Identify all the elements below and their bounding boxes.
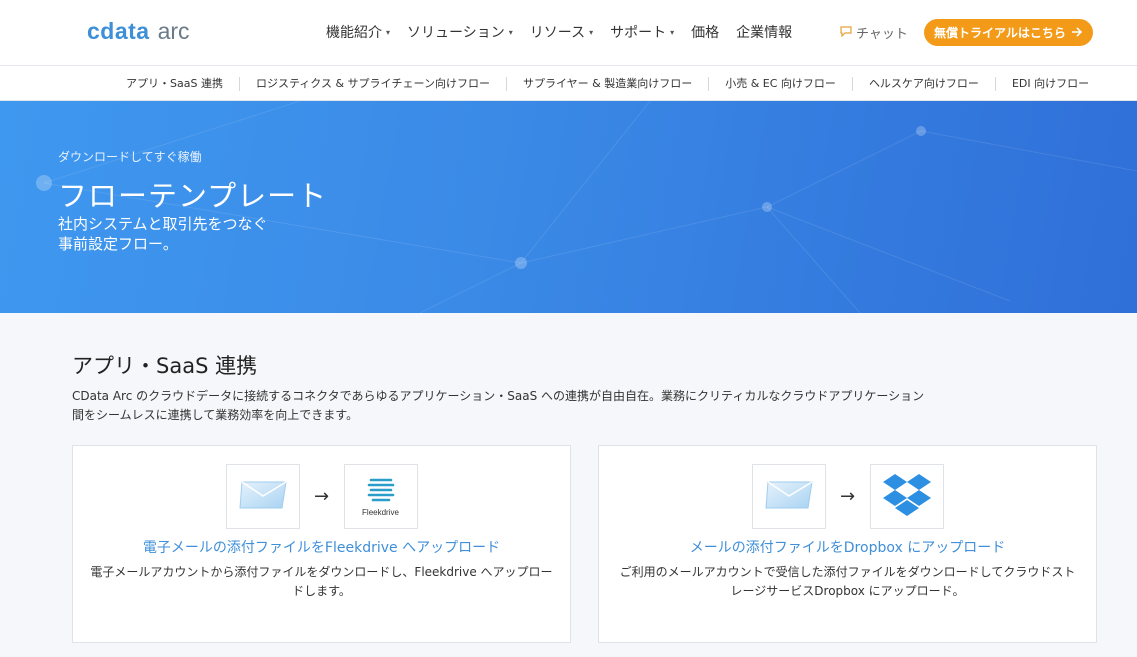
chevron-down-icon: ▾: [589, 27, 594, 37]
subnav-item-supplier[interactable]: サプライヤー & 製造業向けフロー: [507, 76, 710, 91]
cdata-arc-logo[interactable]: cdata arc: [87, 18, 190, 46]
chat-bubble-icon: [840, 25, 852, 40]
subnav-item-healthcare[interactable]: ヘルスケア向けフロー: [853, 76, 996, 91]
top-header: cdata arc 機能紹介 ▾ ソリューション ▾ リソース ▾ サポート ▾…: [0, 0, 1137, 66]
flow-card-fleekdrive[interactable]: → Fleekdrive 電子メールの添付ファイルをFleekdrive へアッ…: [72, 445, 571, 643]
nav-item-support[interactable]: サポート ▾: [610, 22, 674, 42]
chat-label: チャット: [856, 27, 908, 42]
hero-description: 社内システムと取引先をつなぐ 事前設定フロー。: [58, 214, 358, 254]
subnav-item-app-saas[interactable]: アプリ・SaaS 連携: [110, 76, 240, 91]
logo-sub: arc: [157, 18, 190, 44]
fleekdrive-logo-icon: [366, 476, 396, 506]
free-trial-button[interactable]: 無償トライアルはこちら: [924, 19, 1093, 46]
hero-kicker: ダウンロードしてすぐ稼働: [58, 150, 202, 164]
email-envelope-icon: [238, 479, 288, 515]
arrow-right-icon: [1071, 26, 1083, 40]
card-title-link[interactable]: メールの添付ファイルをDropbox にアップロード: [599, 537, 1096, 557]
chevron-down-icon: ▾: [386, 27, 391, 37]
chevron-down-icon: ▾: [508, 27, 513, 37]
email-tile: [751, 464, 826, 529]
fleekdrive-label: Fleekdrive: [362, 508, 399, 517]
card-description: 電子メールアカウントから添付ファイルをダウンロードし、Fleekdrive へア…: [90, 565, 553, 598]
flow-diagram: →: [599, 464, 1096, 529]
section-title: アプリ・SaaS 連携: [72, 354, 258, 378]
chat-link[interactable]: チャット: [840, 23, 908, 42]
flow-arrow-icon: →: [313, 486, 330, 507]
nav-item-pricing[interactable]: 価格: [691, 22, 719, 42]
hero-banner: ダウンロードしてすぐ稼働 フローテンプレート 社内システムと取引先をつなぐ 事前…: [0, 101, 1137, 313]
chevron-down-icon: ▾: [670, 27, 675, 37]
email-tile: [225, 464, 300, 529]
fleekdrive-tile: Fleekdrive: [343, 464, 418, 529]
flow-diagram: → Fleekdrive: [73, 464, 570, 529]
subnav-item-edi[interactable]: EDI 向けフロー: [996, 77, 1105, 91]
category-subnav: アプリ・SaaS 連携 ロジスティクス & サプライチェーン向けフロー サプライ…: [0, 66, 1137, 101]
nav-label: 企業情報: [736, 25, 793, 41]
flow-arrow-icon: →: [839, 486, 856, 507]
flow-card-dropbox[interactable]: → メールの添付ファイルをDropbox にアップロード ご利用のメールアカウン…: [598, 445, 1097, 643]
nav-label: サポート: [610, 25, 667, 41]
main-nav: 機能紹介 ▾ ソリューション ▾ リソース ▾ サポート ▾ 価格 企業情報: [326, 22, 809, 42]
card-title-link[interactable]: 電子メールの添付ファイルをFleekdrive へアップロード: [73, 537, 570, 557]
hero-desc-line: 社内システムと取引先をつなぐ: [58, 215, 268, 233]
dropbox-tile: [869, 464, 944, 529]
nav-item-resources[interactable]: リソース ▾: [530, 22, 593, 42]
nav-label: 機能紹介: [326, 25, 382, 41]
card-description: ご利用のメールアカウントで受信した添付ファイルをダウンロードしてクラウドストレー…: [619, 565, 1076, 598]
nav-label: リソース: [529, 25, 586, 41]
email-envelope-icon: [764, 479, 814, 515]
nav-label: 価格: [691, 25, 720, 41]
nav-item-company[interactable]: 企業情報: [736, 22, 792, 42]
trial-button-label: 無償トライアルはこちら: [934, 26, 1066, 40]
page-title: フローテンプレート: [58, 179, 328, 213]
logo-mark: cdata: [87, 18, 150, 44]
section-description: CData Arc のクラウドデータに接続するコネクタであらゆるアプリケーション…: [72, 389, 925, 422]
dropbox-logo-icon: [881, 472, 933, 522]
nav-item-solutions[interactable]: ソリューション ▾: [407, 22, 513, 42]
hero-desc-line: 事前設定フロー。: [58, 235, 178, 253]
nav-item-features[interactable]: 機能紹介 ▾: [326, 22, 390, 42]
subnav-item-logistics[interactable]: ロジスティクス & サプライチェーン向けフロー: [240, 76, 507, 91]
nav-label: ソリューション: [407, 25, 505, 41]
subnav-item-retail-ec[interactable]: 小売 & EC 向けフロー: [709, 76, 853, 91]
